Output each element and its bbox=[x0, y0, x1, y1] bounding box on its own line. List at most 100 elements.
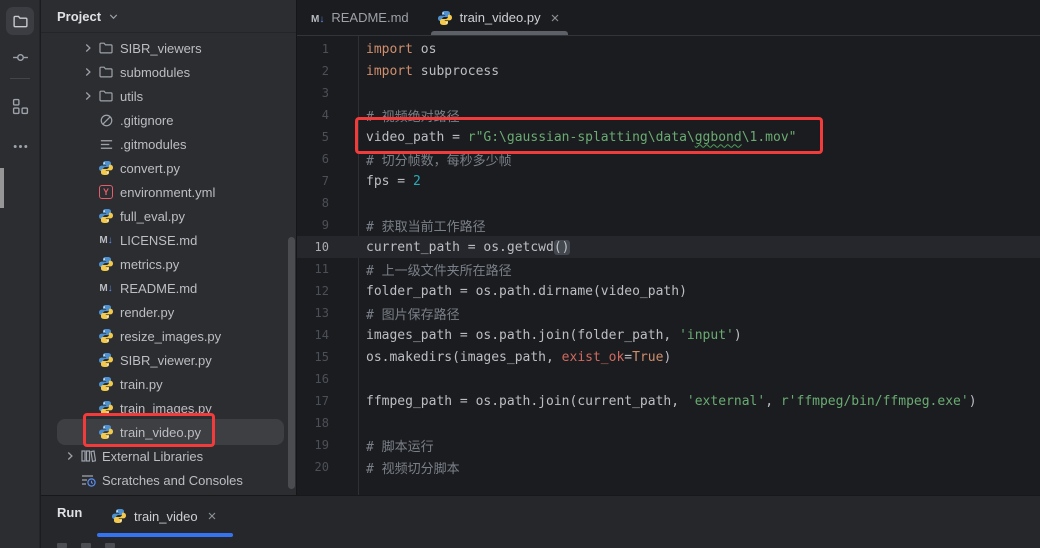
code-line-11[interactable]: 11# 上一级文件夹所在路径 bbox=[297, 258, 1040, 280]
close-icon[interactable] bbox=[548, 11, 562, 25]
code-text: # 视频绝对路径 bbox=[329, 106, 460, 125]
more-icon bbox=[12, 138, 29, 155]
structure-tool-button[interactable] bbox=[6, 92, 34, 120]
commit-tool-button[interactable] bbox=[6, 43, 34, 71]
tree-item--gitignore[interactable]: .gitignore bbox=[41, 108, 296, 132]
tree-item-scratches-and-consoles[interactable]: Scratches and Consoles bbox=[41, 468, 296, 492]
tree-item-readme-md[interactable]: M↓ README.md bbox=[41, 276, 296, 300]
yaml-icon: Y bbox=[97, 185, 115, 199]
code-line-17[interactable]: 17ffmpeg_path = os.path.join(current_pat… bbox=[297, 390, 1040, 412]
tree-item-metrics-py[interactable]: metrics.py bbox=[41, 252, 296, 276]
tree-item-train-py[interactable]: train.py bbox=[41, 372, 296, 396]
line-number: 9 bbox=[297, 218, 329, 232]
tree-item-label: .gitmodules bbox=[120, 137, 186, 152]
commit-icon bbox=[12, 49, 29, 66]
line-number: 2 bbox=[297, 64, 329, 78]
code-line-19[interactable]: 19# 脚本运行 bbox=[297, 434, 1040, 456]
code-text: ffmpeg_path = os.path.join(current_path,… bbox=[329, 394, 977, 409]
code-line-5[interactable]: 5video_path = r"G:\gaussian-splatting\da… bbox=[297, 126, 1040, 148]
close-icon[interactable] bbox=[205, 509, 219, 523]
tree-item-render-py[interactable]: render.py bbox=[41, 300, 296, 324]
more-tool-windows-button[interactable] bbox=[6, 132, 34, 160]
code-line-10[interactable]: 10current_path = os.getcwd() bbox=[297, 236, 1040, 258]
code-line-2[interactable]: 2import subprocess bbox=[297, 60, 1040, 82]
code-text: # 图片保存路径 bbox=[329, 304, 460, 323]
tree-item-label: full_eval.py bbox=[120, 209, 185, 224]
code-line-3[interactable]: 3 bbox=[297, 82, 1040, 104]
tree-item-label: submodules bbox=[120, 65, 190, 80]
line-number: 5 bbox=[297, 130, 329, 144]
line-number: 11 bbox=[297, 262, 329, 276]
code-line-18[interactable]: 18 bbox=[297, 412, 1040, 434]
tree-item-full-eval-py[interactable]: full_eval.py bbox=[41, 204, 296, 228]
tree-item-utils[interactable]: utils bbox=[41, 84, 296, 108]
tree-item-submodules[interactable]: submodules bbox=[41, 60, 296, 84]
code-line-16[interactable]: 16 bbox=[297, 368, 1040, 390]
project-tool-button[interactable] bbox=[6, 7, 34, 35]
editor-tab-train-video-py[interactable]: train_video.py bbox=[423, 0, 576, 35]
code-line-15[interactable]: 15os.makedirs(images_path, exist_ok=True… bbox=[297, 346, 1040, 368]
tree-item-convert-py[interactable]: convert.py bbox=[41, 156, 296, 180]
project-tree-scrollbar[interactable] bbox=[288, 237, 295, 489]
python-icon bbox=[437, 10, 453, 26]
tree-item-label: utils bbox=[120, 89, 143, 104]
project-panel: Project SIBR_viewers submodules utils .giti… bbox=[41, 0, 296, 495]
tree-item-label: render.py bbox=[120, 305, 174, 320]
code-text: images_path = os.path.join(folder_path, … bbox=[329, 328, 742, 343]
tree-item-resize-images-py[interactable]: resize_images.py bbox=[41, 324, 296, 348]
chevron-right-icon[interactable] bbox=[79, 41, 97, 55]
tree-item-train-images-py[interactable]: train_images.py bbox=[41, 396, 296, 420]
code-line-1[interactable]: 1import os bbox=[297, 38, 1040, 60]
code-line-7[interactable]: 7fps = 2 bbox=[297, 170, 1040, 192]
code-editor[interactable]: 1import os2import subprocess34# 视频绝对路径5v… bbox=[297, 36, 1040, 495]
project-tree: SIBR_viewers submodules utils .gitignore .gi… bbox=[41, 36, 296, 495]
project-folder-icon bbox=[12, 13, 29, 30]
tree-item-label: train_video.py bbox=[120, 425, 201, 440]
run-tool-window: Run train_video bbox=[41, 495, 1040, 548]
code-text: video_path = r"G:\gaussian-splatting\dat… bbox=[329, 130, 797, 145]
tree-item--gitmodules[interactable]: .gitmodules bbox=[41, 132, 296, 156]
code-line-20[interactable]: 20# 视频切分脚本 bbox=[297, 456, 1040, 478]
line-number: 13 bbox=[297, 306, 329, 320]
python-icon bbox=[97, 160, 115, 176]
line-number: 4 bbox=[297, 108, 329, 122]
tree-item-label: train.py bbox=[120, 377, 163, 392]
folder-icon bbox=[97, 88, 115, 104]
tree-item-sibr-viewer-py[interactable]: SIBR_viewer.py bbox=[41, 348, 296, 372]
tree-item-license-md[interactable]: M↓LICENSE.md bbox=[41, 228, 296, 252]
python-icon bbox=[97, 328, 115, 344]
gitmodules-icon bbox=[97, 137, 115, 152]
code-line-9[interactable]: 9# 获取当前工作路径 bbox=[297, 214, 1040, 236]
chevron-right-icon[interactable] bbox=[79, 65, 97, 79]
markdown-icon: M↓ bbox=[97, 283, 115, 294]
editor-tab-readme-md[interactable]: M↓ README.md bbox=[297, 0, 423, 35]
line-number: 19 bbox=[297, 438, 329, 452]
scratches-icon bbox=[79, 472, 97, 488]
code-line-13[interactable]: 13# 图片保存路径 bbox=[297, 302, 1040, 324]
tree-item-environment-yml[interactable]: Yenvironment.yml bbox=[41, 180, 296, 204]
chevron-right-icon[interactable] bbox=[61, 449, 79, 463]
code-line-8[interactable]: 8 bbox=[297, 192, 1040, 214]
tab-label: README.md bbox=[331, 10, 408, 25]
project-panel-header[interactable]: Project bbox=[41, 0, 296, 33]
tree-item-label: environment.yml bbox=[120, 185, 215, 200]
run-tab-train-video[interactable]: train_video bbox=[97, 496, 233, 536]
line-number: 14 bbox=[297, 328, 329, 342]
tree-item-external-libraries[interactable]: External Libraries bbox=[41, 444, 296, 468]
markdown-icon: M↓ bbox=[311, 10, 324, 25]
tree-item-train-video-py[interactable]: train_video.py bbox=[41, 420, 296, 444]
code-line-14[interactable]: 14images_path = os.path.join(folder_path… bbox=[297, 324, 1040, 346]
python-icon bbox=[97, 256, 115, 272]
activity-bar-divider bbox=[10, 78, 30, 79]
code-line-6[interactable]: 6# 切分帧数，每秒多少帧 bbox=[297, 148, 1040, 170]
tree-item-label: README.md bbox=[120, 281, 197, 296]
chevron-right-icon[interactable] bbox=[79, 89, 97, 103]
line-number: 6 bbox=[297, 152, 329, 166]
line-number: 1 bbox=[297, 42, 329, 56]
background-window-sliver bbox=[0, 168, 4, 208]
code-text: fps = 2 bbox=[329, 174, 421, 189]
code-line-4[interactable]: 4# 视频绝对路径 bbox=[297, 104, 1040, 126]
code-line-12[interactable]: 12folder_path = os.path.dirname(video_pa… bbox=[297, 280, 1040, 302]
python-icon bbox=[97, 352, 115, 368]
tree-item-sibr-viewers[interactable]: SIBR_viewers bbox=[41, 36, 296, 60]
